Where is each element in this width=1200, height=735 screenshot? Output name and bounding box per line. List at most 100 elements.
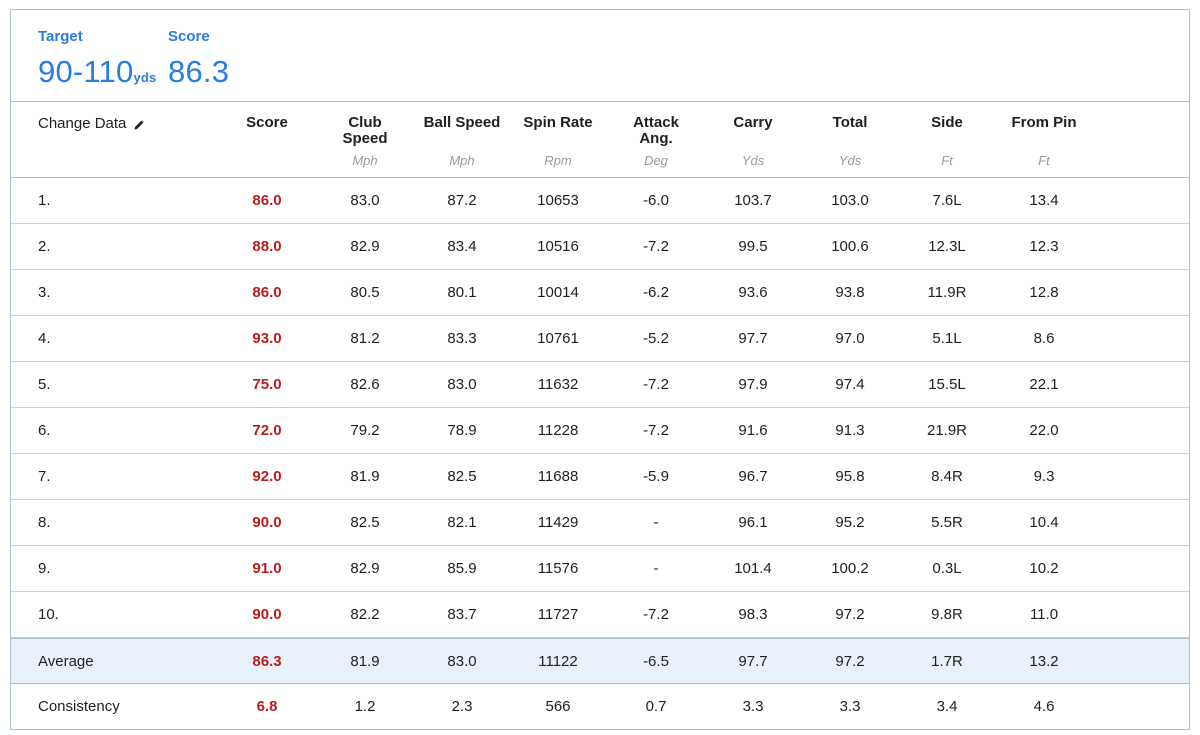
table-cell: 83.3: [447, 330, 477, 347]
table-cell: 83.7: [447, 606, 477, 623]
row-label: 1.: [38, 192, 51, 209]
table-cell: 10.2: [1029, 560, 1059, 577]
table-cell: 83.0: [447, 653, 477, 670]
table-cell: 85.9: [447, 560, 477, 577]
table-cell: 100.6: [831, 238, 869, 255]
column-unit: Mph: [449, 153, 475, 168]
column-header: Attack Ang.: [633, 114, 679, 147]
score-cell: 88.0: [252, 238, 282, 255]
table-cell: -: [653, 514, 659, 531]
score-cell: 72.0: [252, 422, 282, 439]
table-cell: 11632: [537, 376, 579, 393]
table-cell: 79.2: [350, 422, 380, 439]
table-cell: 91.3: [835, 422, 865, 439]
table-cell: 82.5: [447, 468, 477, 485]
table-cell: 11429: [537, 514, 579, 531]
table-cell: 13.2: [1029, 653, 1059, 670]
table-cell: 11122: [538, 653, 578, 670]
table-row: 7. 92.0 81.9 82.5 11688 -5.9 96.7 95.8 8.4R 9.3: [11, 454, 1189, 500]
score-cell: 91.0: [252, 560, 282, 577]
table-cell: 10653: [537, 192, 579, 209]
row-label: 9.: [38, 560, 51, 577]
table-cell: 0.3L: [932, 560, 962, 577]
table-cell: 12.3L: [928, 238, 966, 255]
table-cell: 21.9R: [926, 422, 968, 439]
table-cell: 82.5: [350, 514, 380, 531]
table-cell: 96.1: [738, 514, 768, 531]
column-header: Spin Rate: [523, 114, 593, 131]
column-header: Carry: [733, 114, 773, 131]
table-cell: 11688: [537, 468, 579, 485]
column-unit: Ft: [1038, 153, 1050, 168]
table-cell: 11.9R: [927, 284, 967, 301]
score-cell: 86.0: [252, 284, 282, 301]
table-row: 9. 91.0 82.9 85.9 11576 - 101.4 100.2 0.3L 10.2: [11, 546, 1189, 592]
table-row: 4. 93.0 81.2 83.3 10761 -5.2 97.7 97.0 5.1L 8.6: [11, 316, 1189, 362]
table-cell: 8.4R: [931, 468, 963, 485]
table-cell: 97.7: [738, 653, 768, 670]
table-cell: 97.2: [835, 606, 865, 623]
row-label: 3.: [38, 284, 51, 301]
table-cell: 4.6: [1033, 698, 1055, 715]
table-cell: 80.1: [447, 284, 477, 301]
target-value: 90-110yds: [38, 54, 156, 90]
table-cell: 96.7: [738, 468, 768, 485]
shot-data-panel: Target Score 90-110yds 86.3 Change Data …: [10, 9, 1190, 730]
target-label: Target: [38, 28, 83, 45]
table-cell: 82.2: [350, 606, 380, 623]
table-cell: 83.0: [447, 376, 477, 393]
column-header: From Pin: [1011, 114, 1077, 131]
score-cell: 86.3: [252, 653, 282, 670]
column-unit: Yds: [838, 153, 862, 168]
target-unit: yds: [133, 70, 157, 85]
table-cell: 11.0: [1029, 606, 1059, 623]
table-cell: 87.2: [447, 192, 477, 209]
table-row: 5. 75.0 82.6 83.0 11632 -7.2 97.9 97.4 15.5L 22.1: [11, 362, 1189, 408]
table-cell: 10761: [537, 330, 579, 347]
table-row: 3. 86.0 80.5 80.1 10014 -6.2 93.6 93.8 11.9R 12.8: [11, 270, 1189, 316]
row-label: 8.: [38, 514, 51, 531]
table-cell: 98.3: [738, 606, 768, 623]
table-cell: 103.7: [734, 192, 772, 209]
table-cell: 3.3: [839, 698, 861, 715]
table-cell: 82.9: [350, 560, 380, 577]
table-cell: 97.4: [835, 376, 865, 393]
score-cell: 90.0: [252, 514, 282, 531]
table-cell: 7.6L: [932, 192, 962, 209]
row-label: 4.: [38, 330, 51, 347]
table-cell: 95.8: [835, 468, 865, 485]
column-unit: Mph: [352, 153, 378, 168]
score-cell: 92.0: [252, 468, 282, 485]
table-cell: -6.2: [643, 284, 669, 301]
table-cell: 83.0: [350, 192, 380, 209]
table-cell: 11228: [537, 422, 579, 439]
change-data-label: Change Data: [38, 115, 127, 132]
table-cell: 566: [545, 698, 571, 715]
table-cell: 82.1: [447, 514, 477, 531]
table-cell: 3.4: [936, 698, 958, 715]
table-cell: 22.1: [1029, 376, 1059, 393]
table-cell: 12.8: [1029, 284, 1059, 301]
score-value: 86.3: [168, 54, 230, 89]
table-cell: 81.9: [350, 653, 380, 670]
score-cell: 90.0: [252, 606, 282, 623]
table-cell: -: [653, 560, 659, 577]
table-header: Change Data Score Club Speed Mph Ball Speed…: [11, 102, 1189, 178]
table-cell: 95.2: [835, 514, 865, 531]
table-cell: 11576: [537, 560, 579, 577]
table-cell: 83.4: [447, 238, 477, 255]
table-cell: 10516: [537, 238, 579, 255]
table-cell: 3.3: [742, 698, 764, 715]
table-cell: -6.0: [643, 192, 669, 209]
row-label: 5.: [38, 376, 51, 393]
column-header: Score: [246, 114, 288, 131]
average-row: Average 86.3 81.9 83.0 11122 -6.5 97.7 97.2 1.7R…: [11, 638, 1189, 684]
column-unit: Deg: [644, 153, 668, 168]
row-label: 7.: [38, 468, 51, 485]
table-cell: 93.8: [835, 284, 865, 301]
consistency-row: Consistency 6.8 1.2 2.3 566 0.7 3.3 3.3 3.4 4.6: [11, 684, 1189, 730]
table-row: 6. 72.0 79.2 78.9 11228 -7.2 91.6 91.3 21.9R 22.0: [11, 408, 1189, 454]
change-data-button[interactable]: Change Data: [38, 115, 145, 132]
table-cell: 13.4: [1029, 192, 1059, 209]
row-label: 6.: [38, 422, 51, 439]
